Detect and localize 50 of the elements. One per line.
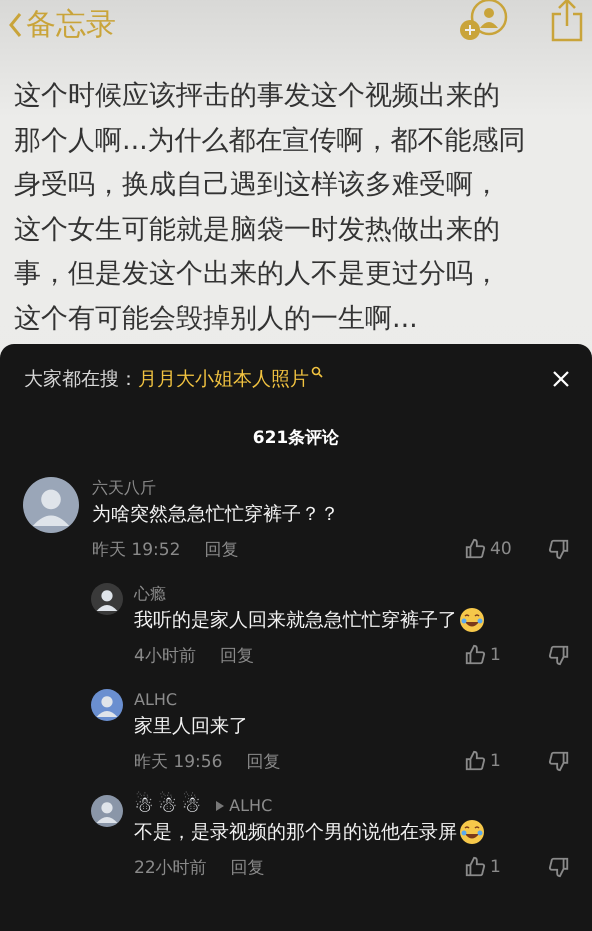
username[interactable]: 心瘾	[134, 583, 166, 605]
thumbs-up-icon	[464, 856, 486, 878]
thumbs-down-icon	[548, 538, 570, 560]
reply-button[interactable]: 回复	[220, 644, 254, 666]
thumbs-up-icon	[464, 750, 486, 772]
note-line: 这个时候应该抨击的事发这个视频出来的	[14, 79, 501, 113]
note-line: 这个女生可能就是脑袋一时发热做出来的	[14, 212, 501, 246]
reply-button[interactable]: 回复	[246, 750, 280, 772]
thumbs-down-icon	[548, 644, 570, 666]
username[interactable]: ALHC	[134, 689, 178, 711]
username[interactable]: ALHC	[229, 795, 272, 817]
note-line: 事，但是发这个出来的人不是更过分吗，	[14, 257, 501, 291]
search-label: 大家都在搜：	[24, 367, 138, 392]
close-button[interactable]	[552, 370, 570, 388]
chevron-left-icon	[8, 12, 22, 38]
like-button[interactable]: 1	[464, 856, 518, 878]
dislike-button[interactable]	[548, 750, 570, 772]
comment-text: 我听的是家人回来就急急忙忙穿裤子了	[134, 605, 570, 635]
dislike-button[interactable]	[548, 856, 570, 878]
timestamp: 昨天 19:52	[92, 538, 180, 560]
thumbs-up-icon	[464, 538, 486, 560]
timestamp: 22小时前	[134, 856, 207, 878]
search-icon	[311, 366, 323, 378]
thumbs-down-icon	[548, 856, 570, 878]
username[interactable]: 六天八斤	[92, 477, 156, 499]
comment-text: 家里人回来了	[134, 714, 249, 739]
avatar[interactable]	[91, 689, 123, 721]
close-icon	[552, 370, 570, 388]
play-arrow-icon	[215, 800, 226, 812]
dislike-button[interactable]	[548, 538, 570, 560]
comment-text: 不是，是录视频的那个男的说他在录屏	[134, 817, 570, 847]
avatar[interactable]	[91, 795, 123, 827]
thumbs-down-icon	[548, 750, 570, 772]
timestamp: 4小时前	[134, 644, 196, 666]
search-link[interactable]: 月月大小姐本人照片	[138, 366, 309, 392]
thumbs-up-icon	[464, 644, 486, 666]
dislike-button[interactable]	[548, 644, 570, 666]
note-line: 身受吗，换成自己遇到这样该多难受啊，	[14, 168, 501, 202]
timestamp: 昨天 19:56	[134, 750, 222, 772]
like-button[interactable]: 1	[464, 750, 518, 772]
note-line: 那个人啊...为什么都在宣传啊，都不能感同	[14, 124, 527, 158]
note-line: 这个有可能会毁掉别人的一生啊...	[14, 302, 419, 336]
avatar[interactable]	[91, 583, 123, 615]
comment-text: 为啥突然急急忙忙穿裤子？？	[92, 502, 340, 527]
like-button[interactable]: 1	[464, 644, 518, 666]
avatar[interactable]	[23, 477, 79, 533]
reply-button[interactable]: 回复	[204, 538, 238, 560]
like-button[interactable]: 40	[464, 538, 518, 560]
reply-button[interactable]: 回复	[230, 856, 265, 878]
comment-count: 621条评论	[252, 427, 340, 449]
